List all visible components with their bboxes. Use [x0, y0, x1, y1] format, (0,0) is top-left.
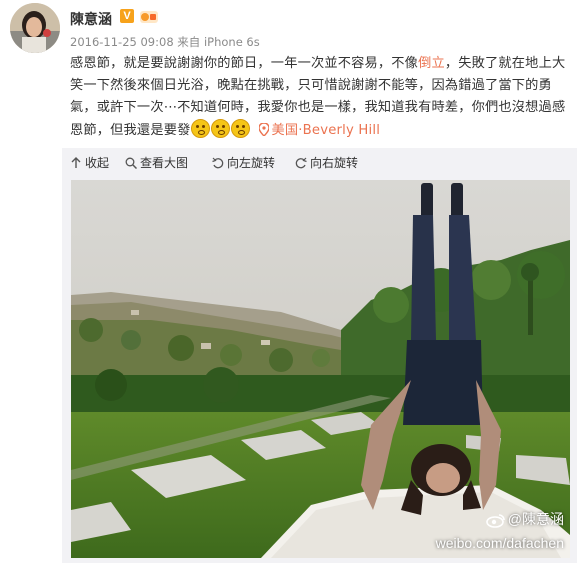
- collapse-label: 收起: [85, 156, 110, 170]
- post-source: 来自 iPhone 6s: [177, 35, 260, 49]
- rotate-right-label: 向右旋转: [310, 156, 359, 170]
- watermark-handle: @陳意涵: [507, 511, 564, 527]
- rotate-left-button[interactable]: 向左旋转: [212, 154, 275, 171]
- collapse-button[interactable]: 收起: [70, 154, 109, 171]
- avatar[interactable]: [10, 3, 60, 53]
- fan-badge-icon: [140, 9, 158, 23]
- location-link[interactable]: 美国·Beverly Hill: [251, 122, 381, 138]
- emoji-icon: [210, 119, 230, 138]
- view-large-button[interactable]: 查看大图: [125, 154, 188, 171]
- location-pin-icon: [257, 122, 270, 144]
- verified-badge: V: [120, 9, 134, 23]
- photo-watermark: @陳意涵 weibo.com/dafachen: [436, 509, 564, 553]
- username[interactable]: 陳意涵: [70, 9, 112, 29]
- post-header: 陳意涵 V 2016-11-25 09:08 来自 iPhone 6s: [0, 0, 577, 53]
- post-photo[interactable]: @陳意涵 weibo.com/dafachen: [71, 180, 570, 558]
- post-timestamp[interactable]: 2016-11-25 09:08: [70, 35, 174, 49]
- rotate-left-label: 向左旋转: [227, 156, 276, 170]
- weibo-logo-icon: [485, 512, 506, 533]
- emoji-icon: [230, 119, 250, 138]
- view-large-label: 查看大图: [140, 156, 189, 170]
- location-label: 美国·Beverly Hill: [271, 123, 381, 138]
- collapse-icon: [71, 157, 81, 168]
- magnifier-icon: [125, 157, 138, 170]
- rotate-left-icon: [212, 157, 224, 169]
- post-text: 感恩節，就是要說謝謝你的節日，一年一次並不容易，不像倒立，失敗了就在地上大笑一下…: [70, 53, 570, 144]
- watermark-url: weibo.com/dafachen: [435, 535, 564, 551]
- rotate-right-icon: [295, 157, 307, 169]
- post-meta: 2016-11-25 09:08 来自 iPhone 6s: [70, 34, 260, 50]
- emoji-icon: [190, 119, 210, 138]
- post-text-part1: 感恩節，就是要說謝謝你的節日，一年一次並不容易，不像: [70, 56, 419, 71]
- rotate-right-button[interactable]: 向右旋转: [295, 154, 358, 171]
- headstand-garden-photo: [71, 180, 570, 558]
- hashtag-link[interactable]: 倒立: [418, 56, 445, 71]
